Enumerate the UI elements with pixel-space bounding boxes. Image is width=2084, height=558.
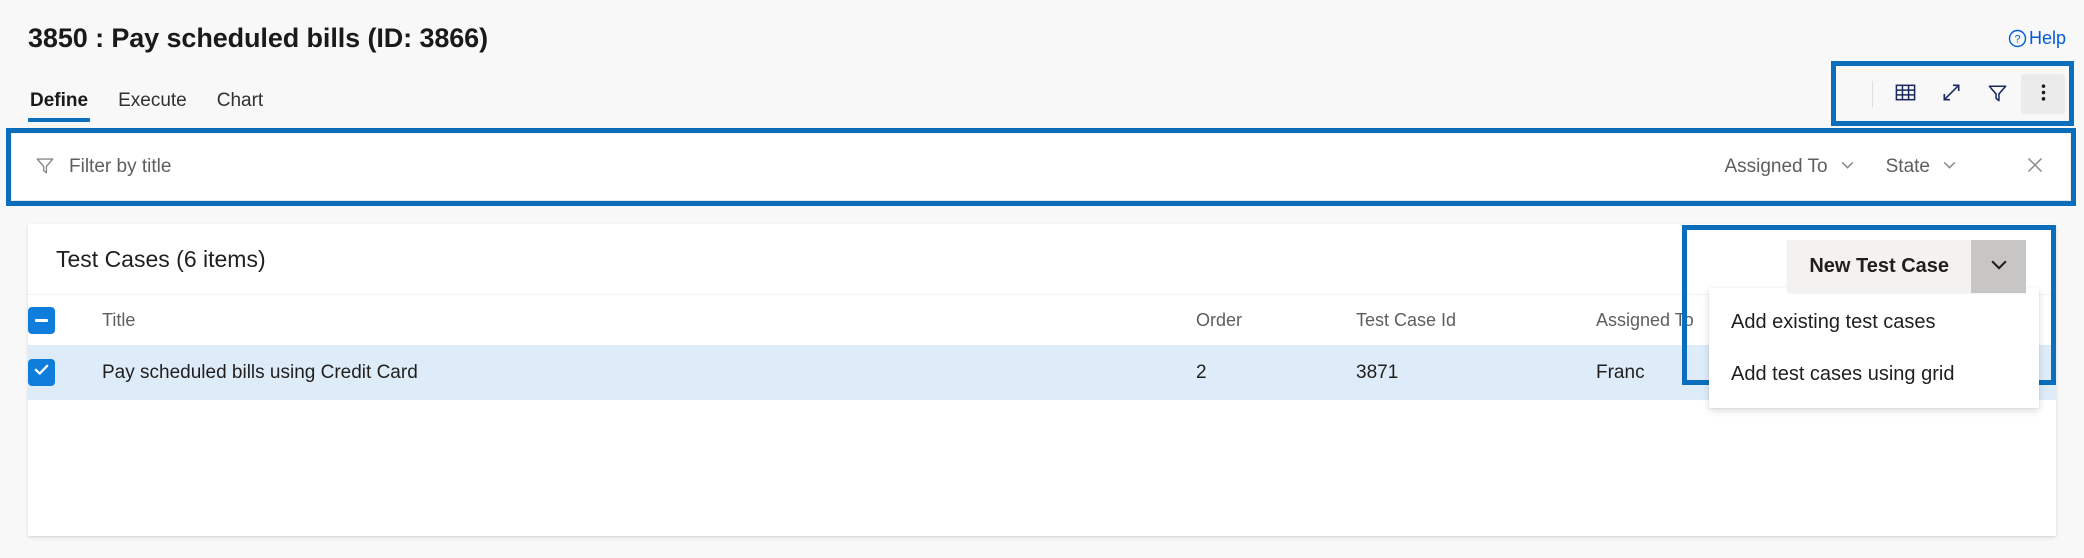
question-circle-icon: ? [2008, 29, 2027, 48]
help-link[interactable]: ? Help [2008, 28, 2066, 49]
new-test-case-menu: Add existing test cases Add test cases u… [1709, 288, 2039, 408]
tab-define-label: Define [30, 90, 89, 112]
page-header: 3850 : Pay scheduled bills (ID: 3866) ? … [0, 0, 2084, 126]
row-checkbox[interactable] [28, 359, 55, 386]
tab-chart-label: Chart [216, 90, 264, 112]
menu-item-label: Add existing test cases [1731, 310, 1936, 333]
tab-define[interactable]: Define [28, 90, 91, 123]
tab-execute-label: Execute [118, 90, 187, 112]
dash-icon [35, 318, 48, 322]
column-header-title[interactable]: Title [102, 294, 1196, 345]
menu-item-add-existing-test-cases[interactable]: Add existing test cases [1709, 296, 2039, 348]
menu-item-label: Add test cases using grid [1731, 362, 1955, 385]
new-test-case-label: New Test Case [1809, 255, 1949, 277]
card-header: Test Cases (6 items) [28, 224, 2056, 294]
tab-chart[interactable]: Chart [215, 91, 265, 122]
new-test-case-split-button: New Test Case [1787, 240, 2026, 293]
select-all-checkbox[interactable] [28, 306, 55, 334]
help-label: Help [2028, 28, 2066, 48]
card-title: Test Cases (6 items) [56, 245, 266, 272]
cell-title: Pay scheduled bills using Credit Card [102, 345, 1196, 400]
new-test-case-dropdown-toggle[interactable] [1971, 240, 2026, 293]
menu-item-add-test-cases-using-grid[interactable]: Add test cases using grid [1709, 348, 2039, 400]
column-header-order[interactable]: Order [1196, 294, 1356, 345]
svg-text:?: ? [2014, 34, 2020, 46]
cell-order: 2 [1196, 345, 1356, 400]
new-test-case-button[interactable]: New Test Case [1787, 240, 1971, 293]
row-select-cell [28, 345, 102, 400]
filter-bar-highlight-box [6, 128, 2076, 206]
cell-test-case-id: 3871 [1356, 345, 1596, 400]
page-title: 3850 : Pay scheduled bills (ID: 3866) [28, 23, 488, 53]
tab-bar: Define Execute Chart [28, 78, 2084, 123]
select-all-header [28, 294, 102, 345]
column-header-test-case-id[interactable]: Test Case Id [1356, 294, 1596, 345]
toolbar-highlight-box [1831, 61, 2074, 126]
tab-execute[interactable]: Execute [116, 91, 189, 122]
chevron-down-icon [1988, 253, 2010, 280]
checkmark-icon [32, 360, 51, 385]
